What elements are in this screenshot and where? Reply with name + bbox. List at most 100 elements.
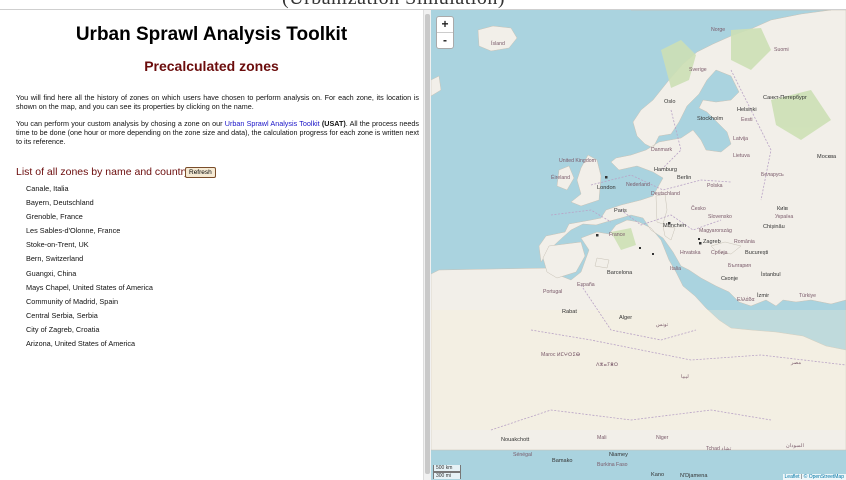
map-label-misr: مصر	[791, 360, 802, 366]
map-label-helsinki: Helsinki	[737, 107, 757, 113]
map-label-izmir: İzmir	[757, 293, 770, 299]
osm-link[interactable]: © OpenStreetMap	[804, 474, 844, 480]
zone-item[interactable]: City of Zagreb, Croatia	[26, 323, 153, 337]
zone-item[interactable]: Grenoble, France	[26, 210, 153, 224]
map-label-suomi: Suomi	[774, 47, 789, 53]
map-label-kano: Kano	[651, 472, 665, 478]
zone-item[interactable]: Arizona, United States of America	[26, 337, 153, 351]
map-label-stockholm: Stockholm	[697, 116, 724, 122]
map-label-bamako: Bamako	[552, 458, 573, 464]
page-subtitle: Precalculated zones	[144, 58, 279, 74]
map-attribution: Leaflet | © OpenStreetMap	[782, 474, 846, 480]
custom-analysis-paragraph: You can perform your custom analysis by …	[16, 119, 420, 146]
map-label-nouakchott: Nouakchott	[501, 437, 530, 443]
map-scale: 500 km 300 mi	[433, 465, 461, 479]
zone-item[interactable]: Community of Madrid, Spain	[26, 295, 153, 309]
map-label-barcelona: Barcelona	[607, 270, 633, 276]
map-label-deutschland: Deutschland	[651, 191, 680, 197]
map-label-portugal: Portugal	[543, 289, 563, 295]
zone-list-heading: List of all zones by name and country	[16, 166, 190, 178]
map-label-tounes: تونس	[656, 322, 669, 328]
zoom-control: + -	[436, 16, 454, 49]
map-label-burkina: Burkina Faso	[597, 462, 628, 468]
zone-list: Canale, Italia Bayern, Deutschland Grenobl…	[26, 182, 153, 351]
zone-item[interactable]: Guangxi, China	[26, 267, 153, 281]
zone-item[interactable]: Les Sables-d'Olonne, France	[26, 224, 153, 238]
zone-item[interactable]: Mays Chapel, United States of America	[26, 281, 153, 295]
map-label-munchen: München	[663, 223, 687, 229]
map-label-istanbul: İstanbul	[761, 272, 781, 278]
map-label-sverige: Sverige	[689, 67, 707, 73]
map-label-cesko: Česko	[691, 206, 706, 212]
map-label-eesti: Eesti	[741, 117, 753, 123]
map-label-zagreb: Zagreb	[703, 239, 721, 245]
map-label-spb: Санкт-Петербург	[763, 95, 807, 101]
scale-km: 500 km	[433, 465, 461, 472]
intro-paragraph: You will find here all the history of zo…	[16, 93, 419, 111]
map-label-italia: Italia	[670, 266, 681, 272]
map-label-romania: România	[734, 239, 755, 245]
map-label-oslo: Oslo	[664, 99, 676, 105]
zone-item[interactable]: Bayern, Deutschland	[26, 196, 153, 210]
map-tiles	[431, 10, 846, 451]
map-label-moskva: Москва	[817, 154, 837, 160]
zone-item[interactable]: Bern, Switzerland	[26, 252, 153, 266]
map-label-latvija: Latvija	[733, 136, 748, 142]
map-label-magyarorszag: Magyarország	[699, 228, 732, 234]
map-label-ndjamena: N'Djamena	[680, 473, 708, 479]
map-label-tchad: Tchad تشاد	[706, 446, 732, 452]
zone-item[interactable]: Stoke-on-Trent, UK	[26, 238, 153, 252]
leaflet-link[interactable]: Leaflet	[785, 474, 800, 480]
map-label-niamey: Niamey	[609, 452, 628, 458]
map-label-belarus: Беларусь	[761, 172, 784, 178]
map-label-maroc: Maroc ⵍⵎⵖⵔⵉⴱ	[541, 352, 581, 358]
map-label-sudan: السودان	[786, 443, 804, 449]
map-label-balgaria: България	[728, 263, 751, 269]
refresh-button[interactable]: Refresh	[185, 167, 216, 178]
map-label-srbija: Србија	[711, 250, 728, 256]
map-label-bucuresti: București	[745, 250, 769, 256]
map-label-france: France	[609, 232, 626, 238]
map-label-island: Ísland	[491, 41, 505, 47]
map-label-slovensko: Slovensko	[708, 214, 732, 220]
usat-link[interactable]: Urban Sprawl Analysis Toolkit	[225, 119, 320, 128]
map-view[interactable]: Ísland Norge Suomi Sverige Oslo Helsinki…	[431, 10, 846, 480]
map-label-berlin: Berlin	[677, 175, 692, 181]
map-label-lietuva: Lietuva	[733, 153, 750, 159]
map-label-polska: Polska	[707, 183, 723, 189]
map-label-london: London	[597, 185, 616, 191]
map-label-libya: ليبيا	[681, 374, 689, 380]
map-label-kyiv: Київ	[777, 206, 788, 212]
map-label-turkiye: Türkiye	[799, 293, 817, 299]
map-label-danmark: Danmark	[651, 147, 673, 153]
usat-abbrev: (USAT)	[321, 119, 346, 128]
map-label-algerie: ⴷⵣⴰⵢⴻⵔ	[596, 362, 619, 368]
zone-item[interactable]: Central Serbia, Serbia	[26, 309, 153, 323]
map-label-mali: Mali	[597, 435, 607, 441]
scale-mi: 300 mi	[433, 472, 461, 479]
top-banner: (Urbanization Simulation)	[0, 0, 846, 10]
map-label-ireland: Éireland	[551, 175, 571, 181]
map-label-espana: España	[577, 282, 595, 288]
map-label-alger: Alger	[619, 315, 633, 321]
map-label-hamburg: Hamburg	[654, 167, 678, 173]
scrollbar-thumb[interactable]	[425, 14, 430, 474]
banner-text: (Urbanization Simulation)	[282, 0, 505, 9]
map-label-niger: Niger	[656, 435, 669, 441]
map-label-chisinau: Chișinău	[763, 224, 785, 230]
map-label-uk: United Kingdom	[559, 158, 596, 164]
map-label-norge: Norge	[711, 27, 726, 33]
panel-scrollbar[interactable]	[423, 10, 431, 480]
map-label-skopje: Скопје	[721, 276, 739, 282]
map-label-ellada: Ελλάδα	[737, 297, 755, 303]
zoom-out-button[interactable]: -	[437, 32, 453, 48]
map-label-rabat: Rabat	[562, 309, 577, 315]
zoom-in-button[interactable]: +	[437, 17, 453, 32]
page-title: Urban Sprawl Analysis Toolkit	[75, 24, 348, 45]
map-label-paris: Paris	[614, 208, 627, 214]
map-label-hrvatska: Hrvatska	[680, 250, 701, 256]
map-label-ukraina: Україна	[775, 214, 794, 220]
zones-panel: Urban Sprawl Analysis Toolkit Precalcula…	[0, 10, 423, 480]
map-label-nederland: Nederland	[626, 182, 650, 188]
zone-item[interactable]: Canale, Italia	[26, 182, 153, 196]
